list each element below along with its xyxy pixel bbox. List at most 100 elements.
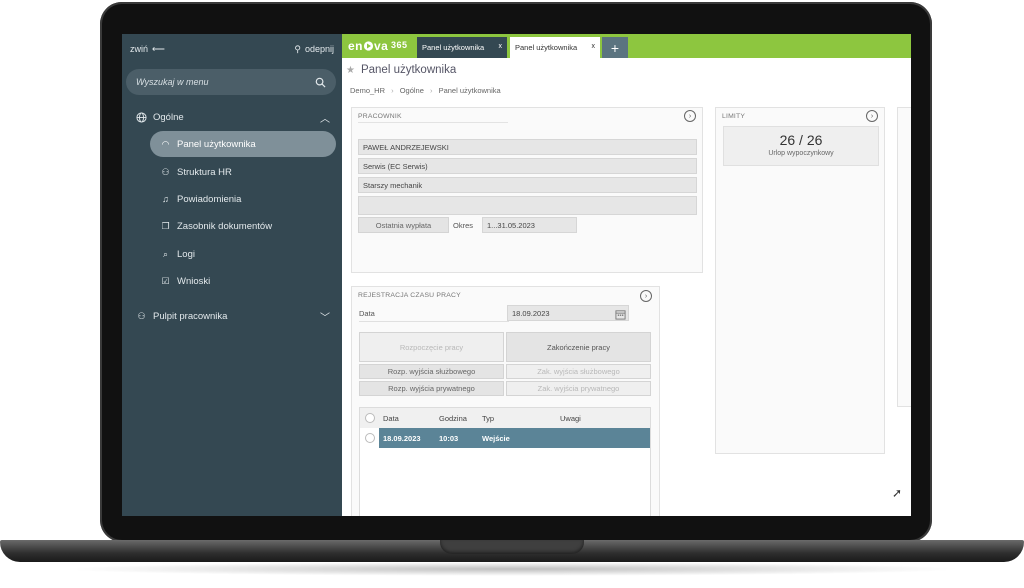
- unpin-button[interactable]: ⚲ odepnij: [294, 44, 334, 55]
- checkbox-icon: ☑: [161, 275, 170, 286]
- employee-extra-field: [358, 196, 697, 215]
- chevron-right-icon: ›: [429, 86, 433, 95]
- start-private-exit-button[interactable]: Rozp. wyjścia prywatnego: [359, 381, 504, 396]
- unpin-label: odepnij: [304, 44, 334, 54]
- close-icon[interactable]: x: [499, 43, 503, 50]
- cell-type: Wejście: [482, 434, 510, 443]
- breadcrumb: Demo_HR › Ogólne › Panel użytkownika: [350, 86, 505, 95]
- documents-icon: ❐: [161, 220, 170, 231]
- sidebar-item-label: Powiadomienia: [177, 193, 242, 205]
- arrow-left-icon: ⟵: [152, 43, 165, 54]
- limit-value: 26 / 26: [779, 132, 823, 148]
- limit-label: Urlop wypoczynkowy: [768, 150, 834, 157]
- section-ogolne[interactable]: Ogólne ︿: [136, 109, 330, 125]
- menu-search-input[interactable]: [136, 77, 315, 87]
- breadcrumb-item[interactable]: Panel użytkownika: [439, 86, 501, 95]
- top-bar: en va 365 Panel użytkownika x Panel użyt…: [342, 34, 911, 58]
- divider: [358, 122, 508, 123]
- tab-panel-uzytkownika-1[interactable]: Panel użytkownika x: [417, 37, 507, 58]
- sidebar-item-logi[interactable]: ⌕ Logi: [150, 241, 336, 267]
- chevron-circle-right-icon[interactable]: ›: [866, 110, 878, 122]
- menu-search: [126, 69, 336, 95]
- globe-icon: [136, 111, 147, 123]
- screen: zwiń ⟵ ⚲ odepnij Ogólne ︿ ◠ Panel użytko…: [122, 34, 911, 516]
- select-all-radio[interactable]: [365, 413, 375, 423]
- collapse-label: zwiń: [130, 44, 149, 54]
- end-work-button[interactable]: Zakończenie pracy: [506, 332, 651, 362]
- panel-title: LIMITY: [722, 113, 746, 120]
- laptop-shadow: [60, 562, 964, 576]
- sidebar-item-label: Logi: [177, 248, 195, 260]
- chevron-up-icon: ︿: [320, 113, 330, 125]
- enova-logo: en va 365: [348, 39, 408, 53]
- column-header-godzina[interactable]: Godzina: [439, 414, 467, 423]
- breadcrumb-item[interactable]: Ogólne: [400, 86, 424, 95]
- chevron-circle-right-icon[interactable]: ›: [640, 290, 652, 302]
- chevron-down-icon: ﹀: [320, 312, 330, 324]
- column-header-data[interactable]: Data: [383, 414, 399, 423]
- worktime-table: Data Godzina Typ Uwagi 18.09.2023 10:03 …: [359, 407, 651, 516]
- table-row[interactable]: 18.09.2023 10:03 Wejście: [379, 428, 650, 448]
- section-pulpit-pracownika[interactable]: ⚇ Pulpit pracownika ﹀: [136, 308, 330, 324]
- page-title-text: Panel użytkownika: [360, 64, 457, 76]
- star-icon[interactable]: ★: [346, 65, 355, 76]
- chevron-circle-right-icon[interactable]: ›: [684, 110, 696, 122]
- section-label: Ogólne: [153, 111, 184, 123]
- chevron-right-icon: ›: [391, 86, 394, 95]
- page-title: ★ Panel użytkownika: [346, 64, 456, 76]
- period-label: Okres: [453, 221, 474, 230]
- table-header: Data Godzina Typ Uwagi: [360, 408, 650, 428]
- panel-title: PRACOWNIK: [358, 113, 402, 120]
- breadcrumb-item[interactable]: Demo_HR: [350, 86, 385, 95]
- sidebar-top: zwiń ⟵ ⚲ odepnij: [130, 41, 334, 57]
- sidebar-item-zasobnik-dokumentow[interactable]: ❐ Zasobnik dokumentów: [150, 213, 336, 239]
- period-field: 1...31.05.2023: [482, 217, 577, 233]
- svg-text:365: 365: [391, 40, 408, 50]
- main-content: ★ Panel użytkownika Demo_HR › Ogólne › P…: [342, 58, 911, 516]
- end-private-exit-button[interactable]: Zak. wyjścia prywatnego: [506, 381, 651, 396]
- limit-card[interactable]: 26 / 26 Urlop wypoczynkowy: [723, 126, 879, 166]
- close-icon[interactable]: x: [592, 43, 596, 50]
- end-business-exit-button[interactable]: Zak. wyjścia służbowego: [506, 364, 651, 379]
- search-icon[interactable]: [315, 77, 326, 88]
- bell-icon: ♫: [162, 194, 169, 204]
- cell-time: 10:03: [439, 434, 459, 443]
- sidebar-item-label: Struktura HR: [177, 166, 232, 178]
- collapse-button[interactable]: zwiń ⟵: [130, 44, 165, 55]
- svg-text:en: en: [348, 39, 363, 53]
- unpin-icon: ⚲: [294, 43, 301, 54]
- mouse-cursor-icon: ➚: [892, 486, 903, 500]
- row-select-radio[interactable]: [365, 433, 375, 443]
- add-tab-button[interactable]: +: [602, 37, 628, 58]
- log-search-icon: ⌕: [162, 248, 169, 259]
- calendar-icon[interactable]: [615, 307, 626, 325]
- limits-panel: LIMITY › 26 / 26 Urlop wypoczynkowy: [715, 107, 885, 454]
- start-work-button[interactable]: Rozpoczęcie pracy: [359, 332, 504, 362]
- employee-position-field: Starszy mechanik: [358, 177, 697, 193]
- partial-panel: [897, 107, 911, 407]
- column-header-typ[interactable]: Typ: [482, 414, 494, 423]
- sidebar-item-panel-uzytkownika[interactable]: ◠ Panel użytkownika: [150, 131, 336, 157]
- sidebar-item-wnioski[interactable]: ☑ Wnioski: [150, 268, 336, 294]
- cell-date: 18.09.2023: [383, 434, 421, 443]
- sidebar-item-label: Panel użytkownika: [177, 138, 256, 150]
- worktime-panel: REJESTRACJA CZASU PRACY › Data 18.09.202…: [351, 286, 660, 516]
- divider: [359, 321, 509, 322]
- svg-text:va: va: [374, 39, 388, 53]
- sidebar-item-label: Wnioski: [177, 275, 211, 287]
- sidebar: zwiń ⟵ ⚲ odepnij Ogólne ︿ ◠ Panel użytko…: [122, 34, 342, 516]
- sidebar-item-powiadomienia[interactable]: ♫ Powiadomienia: [150, 186, 336, 212]
- employee-department-field: Serwis (EC Serwis): [358, 158, 697, 174]
- column-header-uwagi[interactable]: Uwagi: [560, 414, 581, 423]
- last-payout-button[interactable]: Ostatnia wypłata: [358, 217, 449, 233]
- section-label: Pulpit pracownika: [153, 310, 228, 322]
- tab-label: Panel użytkownika: [515, 43, 578, 52]
- employee-name-field: PAWEŁ ANDRZEJEWSKI: [358, 139, 697, 155]
- panel-title: REJESTRACJA CZASU PRACY: [358, 292, 461, 299]
- sidebar-item-label: Zasobnik dokumentów: [177, 220, 273, 232]
- start-business-exit-button[interactable]: Rozp. wyjścia służbowego: [359, 364, 504, 379]
- tab-panel-uzytkownika-2[interactable]: Panel użytkownika x: [510, 37, 600, 58]
- date-label: Data: [359, 309, 375, 318]
- date-field[interactable]: 18.09.2023: [507, 305, 629, 321]
- sidebar-item-struktura-hr[interactable]: ⚇ Struktura HR: [150, 159, 336, 185]
